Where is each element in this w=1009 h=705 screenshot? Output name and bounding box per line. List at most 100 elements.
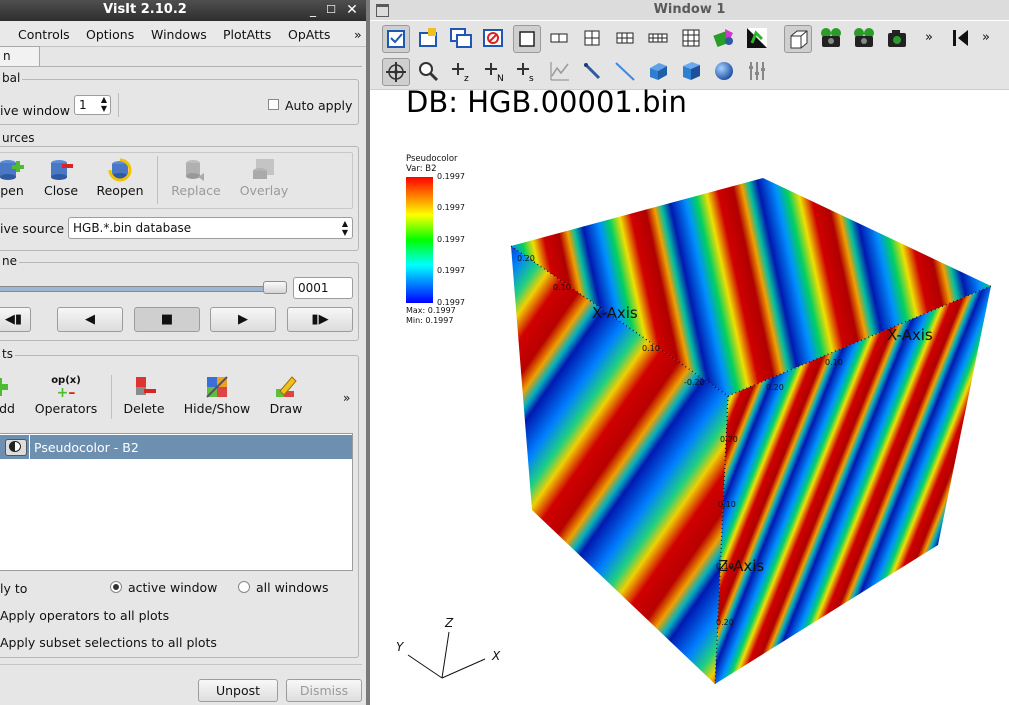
vcr-next-frame-button[interactable]: ▮▶ <box>287 307 353 332</box>
active-source-combobox[interactable]: HGB.*.bin database ▲ ▼ <box>68 217 353 239</box>
clone-window-icon[interactable] <box>448 25 476 53</box>
active-window-value: 1 <box>79 98 87 112</box>
tick-label: 0.10 <box>553 283 571 292</box>
line-tool-icon[interactable] <box>612 58 640 86</box>
plot-list[interactable]: Pseudocolor - B2 <box>0 433 353 571</box>
active-window-spinbox[interactable]: 1 ▲ ▼ <box>74 95 111 115</box>
layout-2x3-icon[interactable] <box>612 25 640 53</box>
auto-apply-checkbox[interactable] <box>268 99 279 110</box>
menu-opatts[interactable]: OpAtts <box>288 27 330 42</box>
menu-plotatts[interactable]: PlotAtts <box>223 27 271 42</box>
add-window-icon[interactable] <box>415 25 443 53</box>
timestep-field[interactable]: 0001 <box>293 277 353 299</box>
delete-window-icon[interactable] <box>480 25 508 53</box>
pseudocolor-cube-render <box>407 178 992 685</box>
menu-more-chevron[interactable]: » <box>354 27 362 42</box>
plane-tool-icon[interactable] <box>645 58 673 86</box>
vcr-stop-button[interactable]: ■ <box>134 307 200 332</box>
tick-label: 0.20 <box>766 383 784 392</box>
vcr-reverse-play-button[interactable]: ◀ <box>57 307 123 332</box>
navigate-mode-icon[interactable] <box>382 58 410 86</box>
layout-2x4-icon[interactable] <box>645 25 673 53</box>
delete-plot-icon <box>136 377 156 395</box>
time-slider-handle[interactable] <box>263 281 287 294</box>
vcr-play-button[interactable]: ▶ <box>210 307 276 332</box>
active-window-label: ive window <box>0 103 70 118</box>
apply-active-window-radio[interactable] <box>110 581 122 593</box>
tick-label: 0.10 <box>825 358 843 367</box>
spin-arrows-icon[interactable]: ▲ ▼ <box>101 95 107 113</box>
layout-1x1-icon[interactable] <box>513 25 541 53</box>
lock-time-icon[interactable] <box>744 25 772 53</box>
sphere-tool-icon[interactable] <box>711 58 739 86</box>
close-db-button[interactable]: Close <box>42 157 80 198</box>
tick-label: 0.20 <box>517 254 535 263</box>
time-slider-track[interactable] <box>0 286 280 292</box>
overlay-button[interactable]: Overlay <box>238 157 290 198</box>
dismiss-button[interactable]: Dismiss <box>286 679 362 702</box>
zoom-mode-icon[interactable] <box>415 58 443 86</box>
perspective-icon[interactable] <box>784 25 812 53</box>
toolbar-more-chevron-2[interactable]: » <box>982 30 990 45</box>
play-icon: ▶ <box>238 312 248 327</box>
box-tool-icon[interactable] <box>678 58 706 86</box>
combo-arrows-icon: ▲ ▼ <box>341 219 348 237</box>
close-window-icon[interactable]: ✕ <box>344 2 360 18</box>
active-source-label: ive source <box>0 221 65 236</box>
axis-restrict-icon[interactable] <box>744 58 772 86</box>
apply-subsets-checkbox-label[interactable]: Apply subset selections to all plots <box>0 635 217 650</box>
plot-visibility-icon[interactable] <box>5 439 27 456</box>
toggle-toolbar-icon[interactable] <box>382 25 410 53</box>
menu-options[interactable]: Options <box>86 27 134 42</box>
hide-show-button[interactable]: Hide/Show <box>183 375 251 416</box>
next-frame-icon: ▮▶ <box>311 312 329 327</box>
hide-show-icon <box>206 376 228 398</box>
lock-view-icon[interactable] <box>711 25 739 53</box>
hide-show-label: Hide/Show <box>183 401 251 416</box>
svg-text:z: z <box>464 74 469 84</box>
draw-button[interactable]: Draw <box>266 375 306 416</box>
layout-1x2-icon[interactable] <box>546 25 574 53</box>
apply-all-windows-radio[interactable] <box>238 581 250 593</box>
overlay-icon <box>253 159 274 179</box>
add-plot-button[interactable]: dd <box>0 375 20 416</box>
visualization-area[interactable]: DB: HGB.00001.bin Pseudocolor Var: B2 0.… <box>370 85 1009 705</box>
layout-2x2-icon[interactable] <box>579 25 607 53</box>
svg-text:N: N <box>497 74 504 84</box>
node-pick-icon[interactable]: N <box>481 58 509 86</box>
menu-windows[interactable]: Windows <box>151 27 207 42</box>
camera-save-icon[interactable] <box>818 25 846 53</box>
lineout-icon[interactable] <box>579 58 607 86</box>
apply-active-window-label: active window <box>128 580 218 595</box>
draw-label: Draw <box>269 401 303 416</box>
tab-main[interactable]: n <box>0 46 40 66</box>
replace-label: Replace <box>171 183 221 198</box>
tick-label: 0.10 <box>718 500 736 509</box>
open-label: pen <box>0 183 24 198</box>
maximize-icon[interactable]: ☐ <box>323 2 339 18</box>
replace-button[interactable]: Replace <box>170 157 222 198</box>
zone-pick-icon[interactable]: z <box>448 58 476 86</box>
minimize-icon[interactable]: _ <box>305 2 321 18</box>
save-image-icon[interactable] <box>884 25 912 53</box>
prev-frame-icon: ◀▮ <box>4 312 23 327</box>
vcr-prev-frame-button[interactable]: ◀▮ <box>0 307 31 332</box>
plot-list-item[interactable]: Pseudocolor - B2 <box>0 435 352 459</box>
open-button[interactable]: pen <box>0 157 30 198</box>
toolbar-more-chevron[interactable]: » <box>925 30 933 45</box>
delete-plot-button[interactable]: Delete <box>121 375 167 416</box>
menu-controls[interactable]: Controls <box>18 27 70 42</box>
spreadsheet-pick-icon[interactable]: s <box>513 58 541 86</box>
plots-more-chevron[interactable]: » <box>343 391 350 405</box>
operators-button[interactable]: op(x) +– Operators <box>32 375 100 416</box>
camera-restore-icon[interactable] <box>851 25 879 53</box>
viewer-toolbar-main: » » <box>370 21 1009 56</box>
reopen-button[interactable]: Reopen <box>96 157 144 198</box>
global-group-title: bal <box>0 71 23 85</box>
animation-back-icon[interactable] <box>948 25 976 53</box>
unpost-button[interactable]: Unpost <box>198 679 278 702</box>
layout-3x3-icon[interactable] <box>678 25 706 53</box>
apply-operators-checkbox-label[interactable]: Apply operators to all plots <box>0 608 169 623</box>
auto-apply-label: Auto apply <box>285 98 353 113</box>
curve-icon[interactable] <box>546 58 574 86</box>
